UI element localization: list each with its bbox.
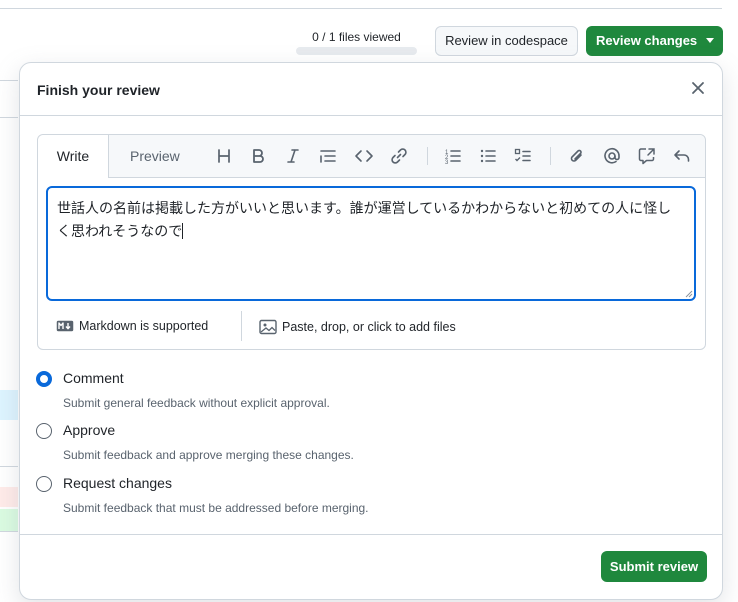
code-icon[interactable] [354,146,374,166]
option-label: Approve [63,422,116,438]
files-viewed-label: 0 / 1 files viewed [312,30,401,44]
option-description: Submit feedback that must be addressed b… [63,501,369,515]
comment-textarea[interactable]: 世話人の名前は掲載した方がいいと思います。誰が運営しているかわからないと初めての… [46,186,696,301]
heading-icon[interactable] [214,146,234,166]
bold-icon[interactable] [248,146,268,166]
comment-text: 世話人の名前は掲載した方がいいと思います。誰が運営しているかわからないと初めての… [57,201,672,240]
option-label: Comment [63,370,124,386]
add-files-note[interactable]: Paste, drop, or click to add files [259,319,456,335]
option-label: Request changes [63,475,172,491]
unordered-list-icon[interactable] [478,146,498,166]
files-viewed-progress [296,47,417,55]
review-changes-button[interactable]: Review changes [586,26,723,56]
svg-text:3: 3 [445,160,449,166]
add-files-label: Paste, drop, or click to add files [282,320,456,334]
diff-addition-fragment [0,509,18,531]
diff-deletion-fragment [0,487,18,507]
paperclip-icon[interactable] [567,146,587,166]
editor-footer: Markdown is supported Paste, drop, or cl… [38,308,705,348]
submit-review-button[interactable]: Submit review [601,551,707,582]
dialog-header: Finish your review [20,63,722,116]
footer-divider [241,311,242,341]
toolbar-divider [427,147,428,165]
request-changes-radio[interactable] [36,476,52,492]
markdown-icon [56,320,74,332]
toolbar-divider [550,147,551,165]
editor-toolbar: Write Preview 123 [38,135,705,178]
approve-radio[interactable] [36,423,52,439]
finish-review-dialog: Finish your review Write Preview 1 2 3 世… [19,62,723,600]
comment-radio[interactable] [36,371,52,387]
file-header-fragment [0,80,18,118]
italic-icon[interactable] [283,146,303,166]
diff-line-divider [0,531,18,532]
undo-icon[interactable] [672,146,692,166]
triangle-down-icon [706,38,714,43]
review-changes-label: Review changes [596,33,698,48]
option-description: Submit general feedback without explicit… [63,396,330,410]
review-in-codespace-button[interactable]: Review in codespace [435,26,578,56]
option-description: Submit feedback and approve merging thes… [63,448,354,462]
resize-handle-icon[interactable] [685,290,693,298]
quote-icon[interactable] [318,146,338,166]
tab-write[interactable]: Write [38,135,109,178]
text-cursor [182,223,184,239]
page-divider [0,8,722,9]
dialog-footer-divider [20,534,722,535]
tab-preview[interactable]: Preview [130,135,180,177]
markdown-note-label: Markdown is supported [79,319,209,333]
image-icon [259,319,277,335]
dialog-title: Finish your review [37,82,160,98]
ordered-list-icon[interactable]: 123 [443,146,463,166]
mention-icon[interactable] [602,146,622,166]
x-icon[interactable] [688,78,708,98]
link-icon[interactable] [389,146,409,166]
cross-reference-icon[interactable] [637,146,657,166]
diff-hunk-fragment [0,390,18,420]
task-list-icon[interactable] [513,146,533,166]
diff-line-divider [0,466,18,467]
markdown-note[interactable]: Markdown is supported [56,319,208,333]
comment-editor: Write Preview 123 世話人の名前は掲載した方がいいと思います。誰… [37,134,706,350]
